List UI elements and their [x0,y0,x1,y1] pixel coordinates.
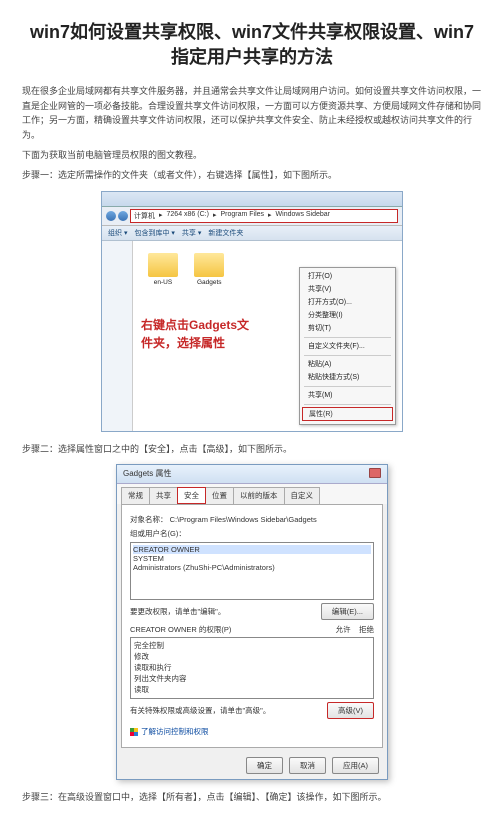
menu-separator [304,404,391,405]
figure-step1: 计算机 ▸ 7264 x86 (C:) ▸ Program Files ▸ Wi… [22,191,482,432]
edit-button[interactable]: 编辑(E)... [321,603,374,620]
chevron-right-icon: ▸ [159,211,163,221]
advanced-hint-text: 有关特殊权限或高级设置，请单击"高级"。 [130,705,270,716]
step-3-text: 步骤三：在高级设置窗口中，选择【所有者】，点击【编辑】、【确定】该操作，如下图所… [22,790,482,804]
folder-item[interactable]: en-US [145,253,181,286]
intro-paragraph: 现在很多企业局域网都有共享文件服务器，并且通常会共享文件让局域网用户访问。如何设… [22,84,482,142]
nav-forward-icon[interactable] [118,211,128,221]
tab-security[interactable]: 安全 [177,487,206,504]
nav-back-icon[interactable] [106,211,116,221]
breadcrumb-seg[interactable]: 7264 x86 (C:) [167,211,209,221]
folder-icon [194,253,224,277]
file-pane[interactable]: en-US Gadgets 右键点击Gadgets文件夹，选择属性 打开(O) … [133,241,402,431]
tab-strip: 常规 共享 安全 位置 以前的版本 自定义 [117,484,387,504]
address-bar-row: 计算机 ▸ 7264 x86 (C:) ▸ Program Files ▸ Wi… [102,207,402,226]
folder-item-gadgets[interactable]: Gadgets [191,253,227,286]
list-item[interactable]: CREATOR OWNER [133,545,371,554]
menu-item-share-2[interactable]: 共享(M) [300,389,395,402]
menu-item-properties[interactable]: 属性(R) [302,407,393,421]
tab-general[interactable]: 常规 [121,487,150,504]
menu-item-customize[interactable]: 自定义文件夹(F)... [300,340,395,353]
close-icon[interactable] [369,468,381,478]
menu-item-cut[interactable]: 剪切(T) [300,322,395,335]
menu-separator [304,355,391,356]
folder-label: en-US [145,279,181,286]
explorer-sidebar[interactable] [102,241,133,431]
breadcrumb-seg[interactable]: Program Files [220,211,264,221]
tab-previous-versions[interactable]: 以前的版本 [233,487,285,504]
perm-row: 读取 [134,684,370,695]
breadcrumb[interactable]: 计算机 ▸ 7264 x86 (C:) ▸ Program Files ▸ Wi… [130,209,398,223]
explorer-toolbar[interactable]: 组织 ▾ 包含到库中 ▾ 共享 ▾ 新建文件夹 [102,226,402,241]
menu-item-openwith[interactable]: 打开方式(O)... [300,296,395,309]
chevron-right-icon: ▸ [268,211,272,221]
permissions-listbox[interactable]: 完全控制 修改 读取和执行 列出文件夹内容 读取 [130,637,374,699]
list-item[interactable]: Administrators (ZhuShi-PC\Administrators… [133,563,371,572]
context-menu: 打开(O) 共享(V) 打开方式(O)... 分类整理(I) 剪切(T) 自定义… [299,267,396,425]
perm-row: 完全控制 [134,640,370,651]
intro-paragraph-2: 下面为获取当前电脑管理员权限的图文教程。 [22,148,482,162]
permissions-header: CREATOR OWNER 的权限(P) [130,624,231,635]
menu-separator [304,337,391,338]
acl-help-text: 了解访问控制和权限 [141,726,209,737]
dialog-title-text: Gadgets 属性 [123,468,171,480]
advanced-button[interactable]: 高级(V) [327,702,374,719]
allow-column: 允许 [336,625,351,634]
folder-icon [148,253,178,277]
object-name-label: 对象名称： [130,515,168,524]
step-2-text: 步骤二：选择属性窗口之中的【安全】，点击【高级】，如下图所示。 [22,442,482,456]
menu-item-share[interactable]: 共享(V) [300,283,395,296]
perm-row: 修改 [134,651,370,662]
properties-dialog: Gadgets 属性 常规 共享 安全 位置 以前的版本 自定义 对象名称： C… [116,464,388,780]
edit-hint-text: 要更改权限，请单击"编辑"。 [130,606,225,617]
figure-step2: Gadgets 属性 常规 共享 安全 位置 以前的版本 自定义 对象名称： C… [22,464,482,780]
folder-label: Gadgets [191,279,227,286]
window-titlebar [102,192,402,207]
breadcrumb-seg[interactable]: 计算机 [134,211,155,221]
apply-button[interactable]: 应用(A) [332,757,379,774]
perm-row: 读取和执行 [134,662,370,673]
dialog-titlebar: Gadgets 属性 [117,465,387,484]
shield-icon [130,728,138,736]
object-path-value: C:\Program Files\Windows Sidebar\Gadgets [170,515,317,524]
deny-column: 拒绝 [359,625,374,634]
menu-item-open[interactable]: 打开(O) [300,270,395,283]
object-name-row: 对象名称： C:\Program Files\Windows Sidebar\G… [130,514,374,525]
menu-separator [304,386,391,387]
ok-button[interactable]: 确定 [246,757,283,774]
chevron-right-icon: ▸ [213,211,217,221]
list-item[interactable]: SYSTEM [133,554,371,563]
users-listbox[interactable]: CREATOR OWNER SYSTEM Administrators (Zhu… [130,542,374,600]
cancel-button[interactable]: 取消 [289,757,326,774]
group-users-label: 组或用户名(G)： [130,528,374,539]
tab-customize[interactable]: 自定义 [284,487,321,504]
tab-sharing[interactable]: 共享 [149,487,178,504]
menu-item-paste[interactable]: 粘贴(A) [300,358,395,371]
perm-row: 列出文件夹内容 [134,673,370,684]
menu-item-paste-shortcut[interactable]: 粘贴快捷方式(S) [300,371,395,384]
tab-location[interactable]: 位置 [205,487,234,504]
annotation-label: 右键点击Gadgets文件夹，选择属性 [141,316,251,352]
step-1-text: 步骤一：选定所需操作的文件夹（或者文件），右键选择【属性】，如下图所示。 [22,168,482,182]
page-title: win7如何设置共享权限、win7文件共享权限设置、win7指定用户共享的方法 [22,20,482,70]
explorer-window: 计算机 ▸ 7264 x86 (C:) ▸ Program Files ▸ Wi… [101,191,403,432]
acl-help-link[interactable]: 了解访问控制和权限 [130,726,209,737]
menu-item-categorize[interactable]: 分类整理(I) [300,309,395,322]
breadcrumb-seg[interactable]: Windows Sidebar [276,211,330,221]
